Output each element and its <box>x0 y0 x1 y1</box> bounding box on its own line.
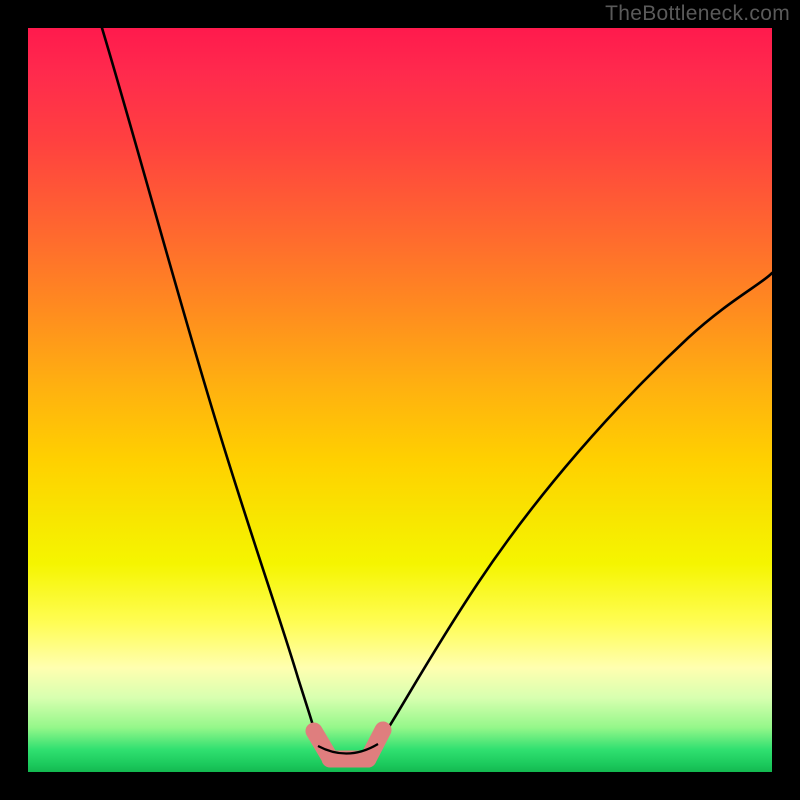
right-curve <box>378 273 772 744</box>
plot-area <box>28 28 772 772</box>
watermark-label: TheBottleneck.com <box>605 2 790 26</box>
curve-overlay <box>28 28 772 772</box>
left-curve <box>102 28 318 746</box>
bottom-highlight <box>314 730 383 759</box>
chart-frame: TheBottleneck.com <box>0 0 800 800</box>
